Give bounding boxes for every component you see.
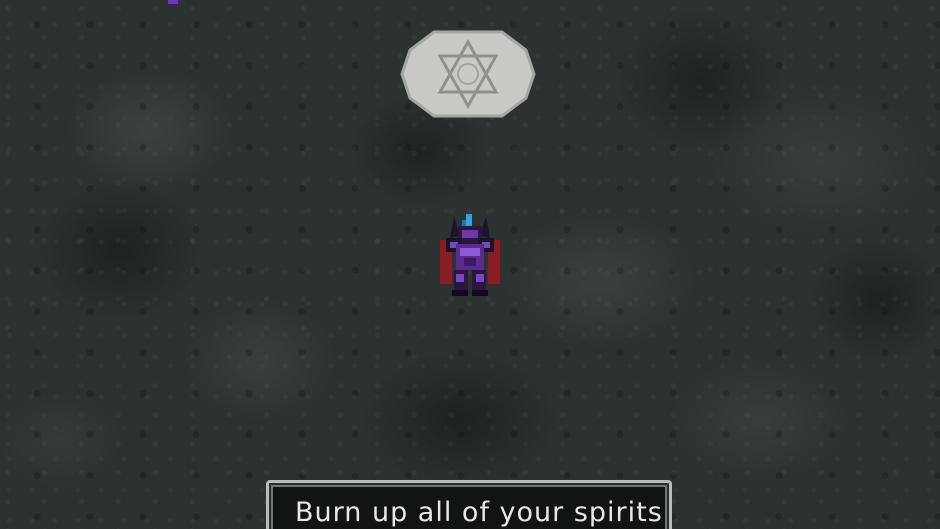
armored-hero-sprite[interactable] bbox=[436, 212, 504, 298]
purple-sprite-fragment-icon bbox=[168, 0, 178, 7]
stone-seal-icon[interactable] bbox=[400, 30, 536, 118]
dialog-box[interactable]: Burn up all of your spirits bbox=[266, 480, 672, 529]
cave-scene: Burn up all of your spirits bbox=[0, 0, 940, 529]
dialog-text: Burn up all of your spirits bbox=[295, 497, 663, 528]
